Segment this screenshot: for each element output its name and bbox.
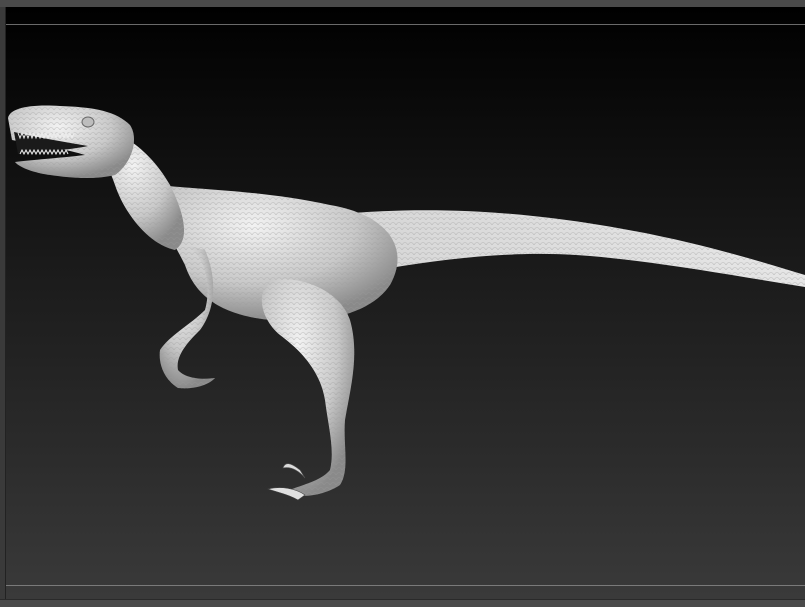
head [8,105,135,179]
app-window [0,0,805,607]
viewport-top-guide [6,24,805,25]
viewport-bottom-guide [6,585,805,586]
hind-leg [261,279,355,501]
dinosaur-model[interactable] [6,7,805,599]
3d-viewport-canvas[interactable] [6,7,805,599]
tail [330,210,805,287]
